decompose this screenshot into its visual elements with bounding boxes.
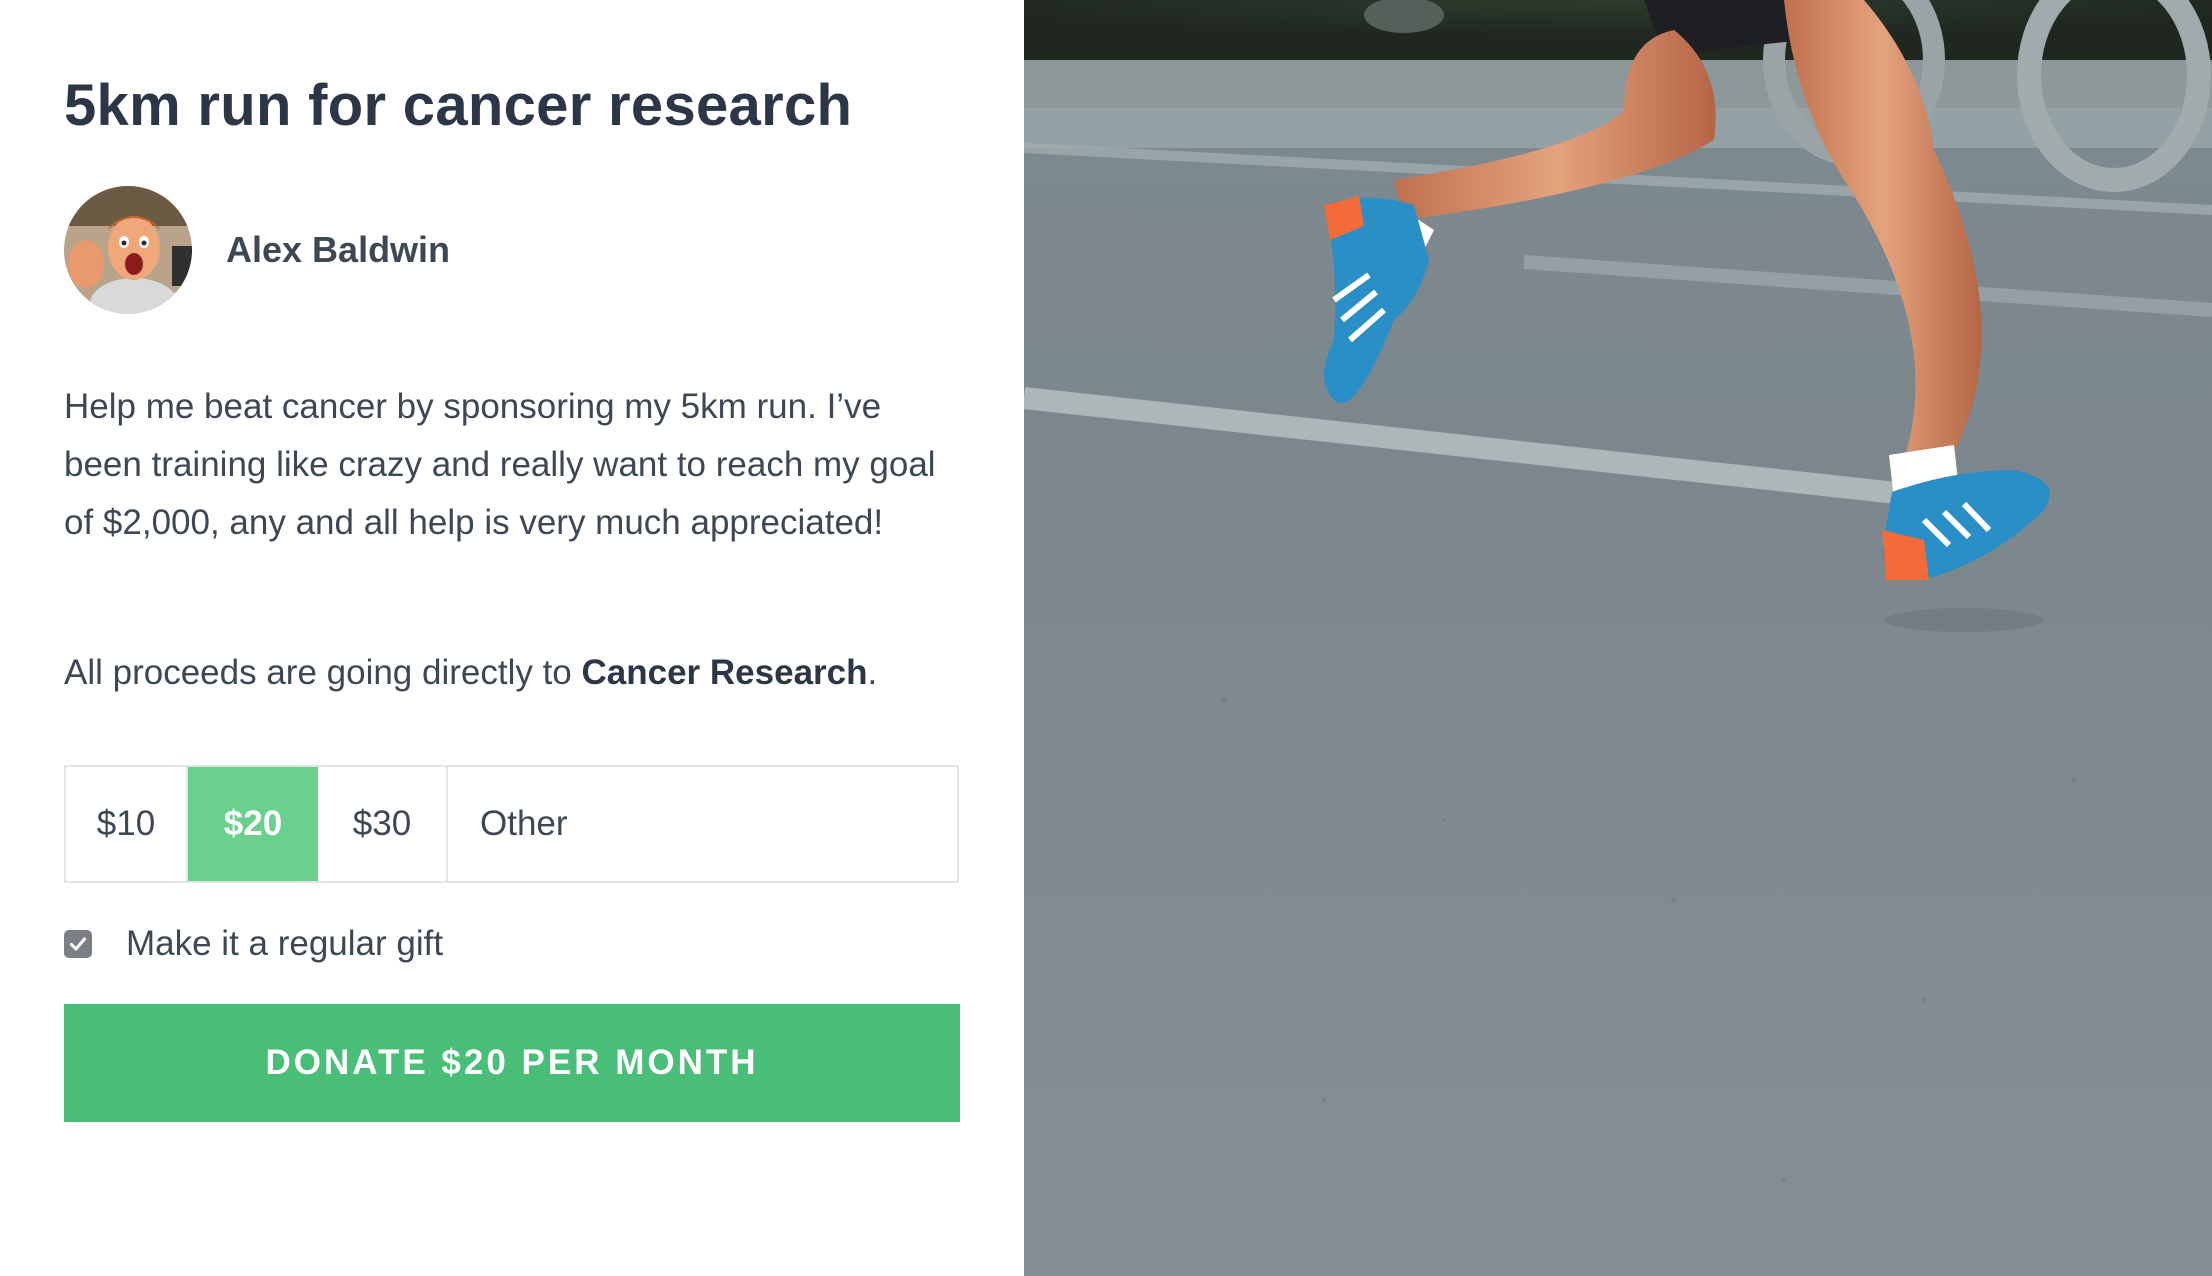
regular-gift-option: Make it a regular gift — [64, 924, 443, 964]
check-icon — [70, 937, 86, 951]
regular-gift-label[interactable]: Make it a regular gift — [126, 924, 443, 964]
amount-option-10[interactable]: $10 — [66, 767, 188, 881]
author-name: Alex Baldwin — [226, 229, 451, 270]
proceeds-note: All proceeds are going directly to Cance… — [64, 644, 964, 702]
charity-name: Cancer Research — [581, 653, 868, 692]
donate-button[interactable]: DONATE $20 PER MONTH — [64, 1004, 960, 1122]
donation-panel: 5km run for cancer research Alex Baldwin… — [0, 0, 1024, 1276]
campaign-description: Help me beat cancer by sponsoring my 5km… — [64, 387, 936, 542]
amount-option-other[interactable]: Other — [448, 767, 957, 881]
proceeds-suffix: . — [867, 653, 878, 692]
author-info: Alex Baldwin — [64, 186, 450, 314]
donation-page: 5km run for cancer research Alex Baldwin… — [0, 0, 2212, 1276]
amount-option-20-selected[interactable]: $20 — [188, 767, 318, 881]
amount-selector: $10 $20 $30 Other — [64, 765, 959, 883]
amount-option-30[interactable]: $30 — [318, 767, 448, 881]
runner-photo — [1024, 0, 2212, 1276]
regular-gift-checkbox[interactable] — [64, 930, 92, 958]
proceeds-prefix: All proceeds are going directly to — [64, 653, 582, 692]
page-title: 5km run for cancer research — [64, 73, 853, 138]
avatar — [64, 186, 192, 314]
